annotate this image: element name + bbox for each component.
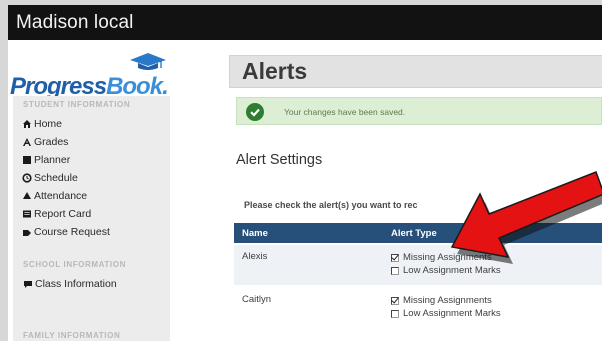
sidebar-item-report-card[interactable]: Report Card [22, 208, 91, 220]
app-title: Madison local [16, 12, 134, 33]
section-student-information: STUDENT INFORMATION [23, 100, 131, 109]
sidebar: ProgressBook. STUDENT INFORMATION Home G… [8, 40, 215, 341]
column-header-alert-type: Alert Type [391, 228, 437, 239]
sidebar-item-label: Class Information [35, 278, 117, 290]
sidebar-item-label: Grades [34, 136, 69, 148]
report-card-icon [22, 209, 32, 219]
alert-instructions: Please check the alert(s) you want to re… [244, 200, 418, 210]
home-icon [22, 119, 32, 129]
low-assignment-marks-option[interactable]: Low Assignment Marks [391, 308, 501, 319]
section-family-information: FAMILY INFORMATION [23, 331, 121, 340]
course-request-icon [22, 227, 32, 237]
top-bar: Madison local [8, 5, 602, 40]
page-title: Alerts [242, 58, 308, 84]
progressbook-logo[interactable]: ProgressBook. [8, 50, 208, 100]
low-assignment-marks-checkbox[interactable] [391, 309, 399, 318]
sidebar-item-planner[interactable]: Planner [22, 154, 70, 166]
low-assignment-marks-option[interactable]: Low Assignment Marks [391, 265, 501, 276]
missing-assignments-option[interactable]: Missing Assignments [391, 295, 492, 306]
class-info-icon [23, 279, 33, 289]
sidebar-item-label: Report Card [34, 208, 92, 220]
sidebar-item-attendance[interactable]: Attendance [22, 190, 87, 202]
sidebar-item-grades[interactable]: Grades [22, 136, 68, 148]
table-row: Caitlyn Missing Assignments Low Assignme… [234, 288, 602, 328]
content-area: ProgressBook. STUDENT INFORMATION Home G… [8, 40, 602, 341]
column-header-name: Name [242, 228, 268, 239]
missing-assignments-checkbox[interactable] [391, 296, 399, 305]
alert-settings-title: Alert Settings [236, 152, 323, 168]
screenshot-frame: Madison local ProgressBook. STUDENT INFO… [0, 0, 602, 341]
option-label: Missing Assignments [403, 295, 492, 306]
sidebar-item-label: Planner [34, 154, 71, 166]
option-label: Low Assignment Marks [403, 265, 501, 276]
sidebar-item-label: Course Request [34, 226, 110, 238]
missing-assignments-option[interactable]: Missing Assignments [391, 252, 492, 263]
missing-assignments-checkbox[interactable] [391, 253, 399, 262]
grades-icon [22, 137, 32, 147]
attendance-icon [22, 191, 32, 201]
success-banner: Your changes have been saved. [236, 97, 602, 125]
option-label: Low Assignment Marks [403, 308, 501, 319]
success-message: Your changes have been saved. [284, 107, 406, 117]
sidebar-item-class-information[interactable]: Class Information [23, 278, 117, 290]
schedule-icon [22, 173, 32, 183]
section-school-information: SCHOOL INFORMATION [23, 260, 126, 269]
sidebar-nav: STUDENT INFORMATION Home Grades Planner … [13, 96, 170, 341]
main-panel: Alerts Your changes have been saved. Ale… [224, 40, 602, 341]
sidebar-item-course-request[interactable]: Course Request [22, 226, 110, 238]
success-check-icon [246, 103, 264, 121]
student-name: Caitlyn [242, 294, 272, 305]
sidebar-item-home[interactable]: Home [22, 118, 62, 130]
sidebar-item-schedule[interactable]: Schedule [22, 172, 78, 184]
sidebar-item-label: Schedule [34, 172, 78, 184]
low-assignment-marks-checkbox[interactable] [391, 266, 399, 275]
table-row: Alexis Missing Assignments Low Assignmen… [234, 245, 602, 285]
page-header: Alerts [229, 55, 602, 88]
planner-icon [22, 155, 32, 165]
option-label: Missing Assignments [403, 252, 492, 263]
sidebar-item-label: Home [34, 118, 63, 130]
graduation-cap-icon [130, 53, 166, 70]
alerts-table-header: Name Alert Type [234, 223, 602, 243]
sidebar-item-label: Attendance [34, 190, 88, 202]
student-name: Alexis [242, 251, 268, 262]
